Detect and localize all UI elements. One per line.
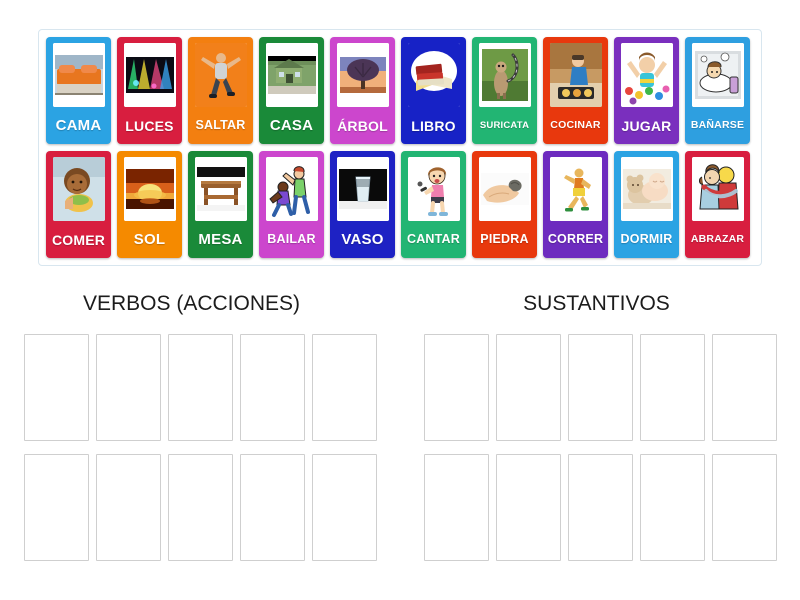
word-card-vaso[interactable]: VASO [330, 151, 395, 258]
word-card-label: SALTAR [195, 118, 246, 133]
word-card-label: JUGAR [621, 117, 672, 134]
word-card-libro[interactable]: LIBRO [401, 37, 466, 144]
hugging-illustration [691, 157, 744, 221]
word-card-baarse[interactable]: BAÑARSE [685, 37, 750, 144]
drop-slot[interactable] [311, 334, 377, 441]
word-card-label: ÁRBOL [337, 117, 388, 134]
word-card-label: COMER [51, 231, 106, 248]
word-card-label: ABRAZAR [690, 233, 745, 246]
card-tray-row-1: CAMA LUCES SALTAR CASA ÁRBOL LIBRO SURIC… [45, 37, 755, 144]
drop-slot[interactable] [567, 454, 633, 561]
drop-slot[interactable] [311, 454, 377, 561]
word-card-label: VASO [341, 231, 384, 248]
drop-slot[interactable] [639, 334, 705, 441]
word-card-saltar[interactable]: SALTAR [188, 37, 253, 144]
drop-slot-row [23, 454, 377, 561]
drop-slot[interactable] [95, 334, 161, 441]
sunset-photo [123, 157, 176, 221]
word-card-dormir[interactable]: DORMIR [614, 151, 679, 258]
word-card-label: CASA [269, 117, 314, 134]
drop-zone-verbos[interactable] [0, 334, 400, 561]
word-card-label: BAÑARSE [690, 119, 745, 132]
books-illustration [407, 43, 460, 107]
word-card-label: SOL [133, 231, 166, 248]
word-card-label: MESA [198, 231, 243, 248]
word-card-comer[interactable]: COMER [46, 151, 111, 258]
stone-in-hand-photo [478, 157, 531, 221]
word-card-correr[interactable]: CORRER [543, 151, 608, 258]
word-card-cantar[interactable]: CANTAR [401, 151, 466, 258]
drop-slot[interactable] [711, 334, 777, 441]
card-tray: CAMA LUCES SALTAR CASA ÁRBOL LIBRO SURIC… [38, 29, 762, 266]
drop-zones [0, 334, 800, 561]
word-card-piedra[interactable]: PIEDRA [472, 151, 537, 258]
stage-lights-photo [123, 43, 176, 107]
category-title-verbos: VERBOS (ACCIONES) [82, 292, 301, 315]
table-photo [194, 157, 247, 221]
word-card-jugar[interactable]: JUGAR [614, 37, 679, 144]
drop-slot[interactable] [95, 454, 161, 561]
drop-slot-row [423, 454, 777, 561]
cooking-photo [549, 43, 602, 107]
drop-slot[interactable] [567, 334, 633, 441]
drop-slot[interactable] [495, 334, 561, 441]
drop-slot[interactable] [495, 454, 561, 561]
drop-zone-sustantivos[interactable] [400, 334, 800, 561]
drop-slot[interactable] [423, 454, 489, 561]
drop-slot[interactable] [167, 454, 233, 561]
drop-slot[interactable] [239, 454, 305, 561]
dancing-illustration [265, 157, 318, 221]
bed-photo [52, 43, 105, 107]
bathing-illustration [691, 43, 744, 107]
word-card-label: SURICATA [479, 119, 530, 131]
word-card-label: BAILAR [267, 232, 316, 247]
drop-slot-row [23, 334, 377, 441]
jumping-man-photo [194, 43, 247, 107]
word-card-label: DORMIR [620, 232, 673, 247]
word-card-abrazar[interactable]: ABRAZAR [685, 151, 750, 258]
category-title-sustantivos: SUSTANTIVOS [523, 292, 670, 315]
word-card-luces[interactable]: LUCES [117, 37, 182, 144]
word-card-label: COCINAR [550, 119, 601, 132]
drop-slot[interactable] [639, 454, 705, 561]
group-sort-activity: CAMA LUCES SALTAR CASA ÁRBOL LIBRO SURIC… [0, 0, 800, 600]
running-illustration [549, 157, 602, 221]
card-tray-row-2: COMER SOL MESA BAILAR VASO CANTAR PIEDRA… [45, 151, 755, 258]
drop-slot[interactable] [239, 334, 305, 441]
word-card-rbol[interactable]: ÁRBOL [330, 37, 395, 144]
word-card-label: LIBRO [411, 117, 456, 134]
word-card-label: CANTAR [406, 232, 461, 247]
singing-girl-illustration [407, 157, 460, 221]
house-photo [265, 43, 318, 107]
word-card-label: LUCES [125, 117, 174, 134]
sleeping-baby-photo [620, 157, 673, 221]
word-card-label: PIEDRA [480, 232, 529, 247]
word-card-cocinar[interactable]: COCINAR [543, 37, 608, 144]
word-card-sol[interactable]: SOL [117, 151, 182, 258]
category-headings: VERBOS (ACCIONES) SUSTANTIVOS [0, 292, 800, 316]
meerkat-photo [478, 43, 531, 107]
word-card-bailar[interactable]: BAILAR [259, 151, 324, 258]
drop-slot[interactable] [167, 334, 233, 441]
glass-photo [336, 157, 389, 221]
word-card-label: CORRER [547, 232, 604, 247]
drop-slot[interactable] [423, 334, 489, 441]
drop-slot[interactable] [23, 454, 89, 561]
tree-photo [336, 43, 389, 107]
word-card-suricata[interactable]: SURICATA [472, 37, 537, 144]
word-card-label: CAMA [55, 117, 102, 134]
drop-slot[interactable] [711, 454, 777, 561]
word-card-cama[interactable]: CAMA [46, 37, 111, 144]
child-playing-photo [620, 43, 673, 107]
drop-slot[interactable] [23, 334, 89, 441]
word-card-mesa[interactable]: MESA [188, 151, 253, 258]
drop-slot-row [423, 334, 777, 441]
word-card-casa[interactable]: CASA [259, 37, 324, 144]
child-eating-photo [52, 157, 105, 221]
